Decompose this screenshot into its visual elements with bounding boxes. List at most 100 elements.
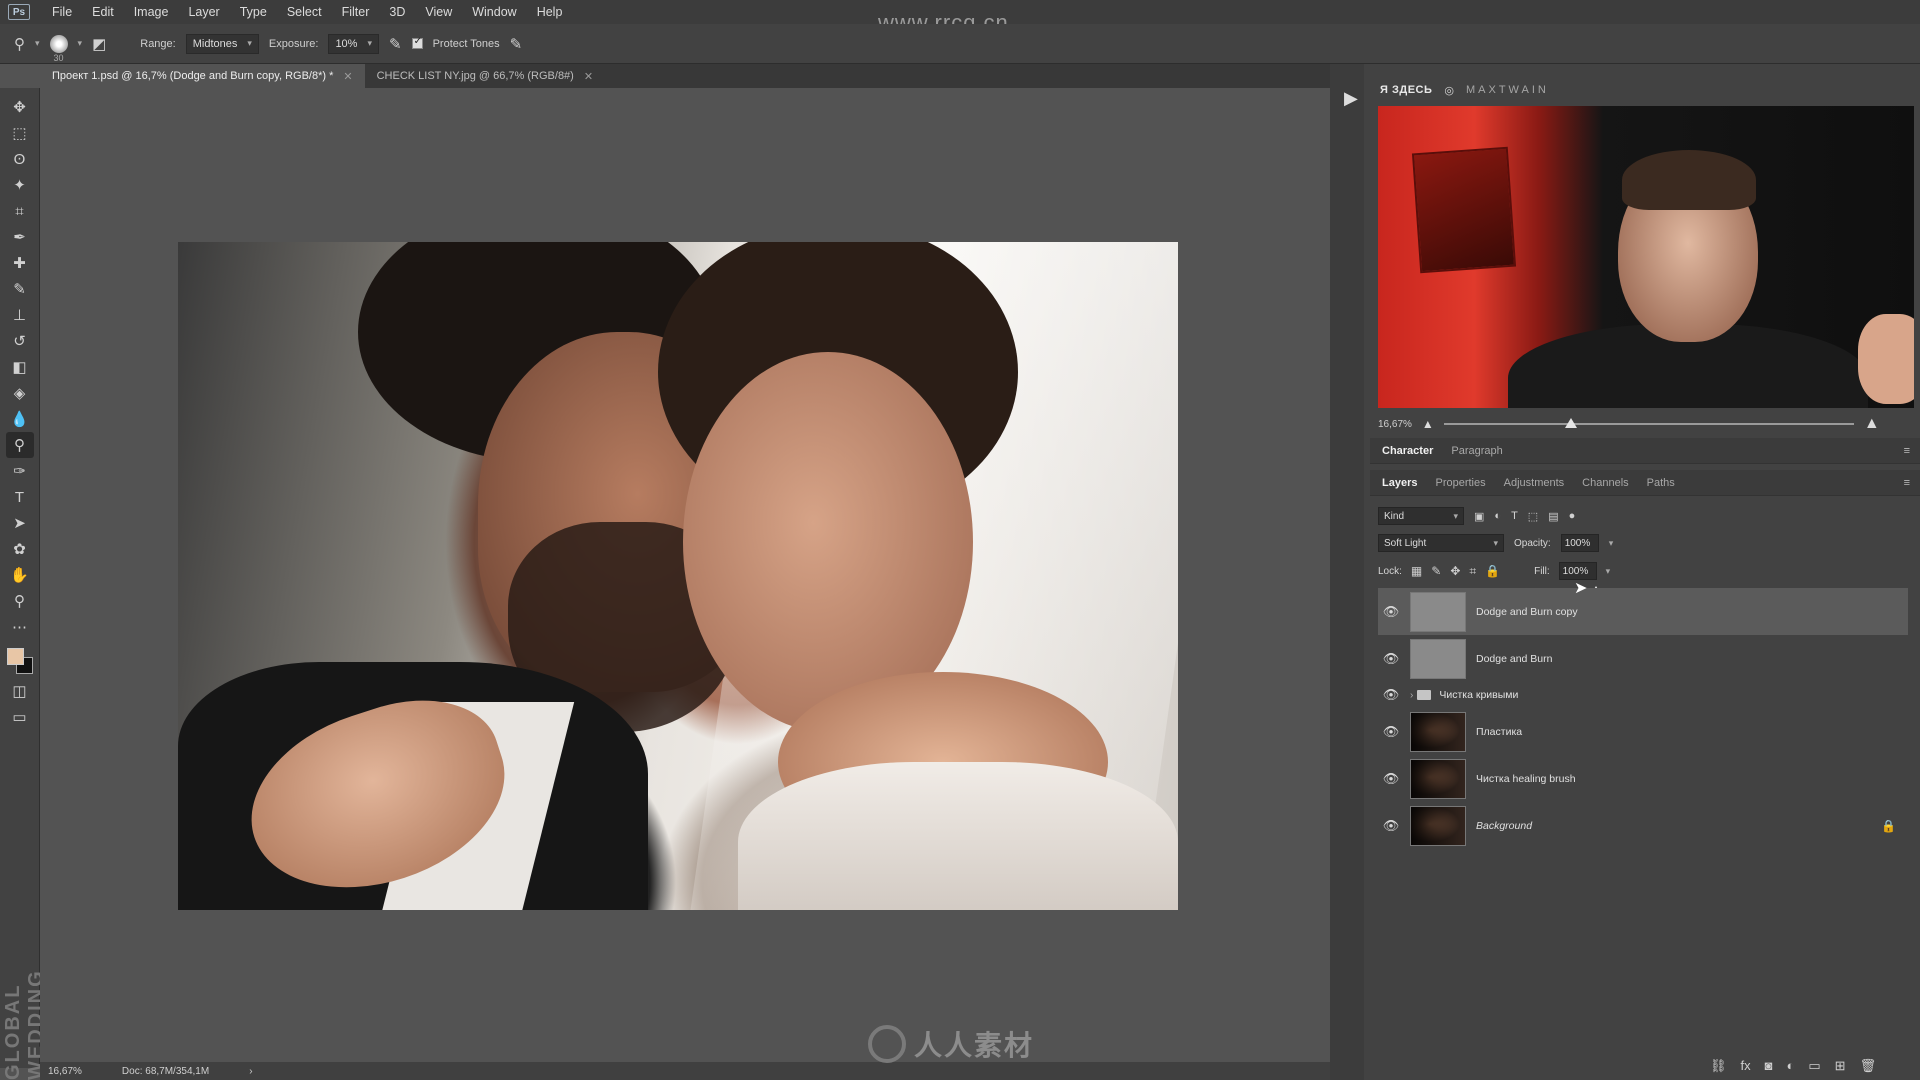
tab-paragraph[interactable]: Paragraph bbox=[1451, 445, 1502, 457]
filter-pixel-icon[interactable]: ▣ bbox=[1474, 510, 1484, 523]
pressure-size-icon[interactable]: ✎ bbox=[510, 35, 523, 53]
layer-style-fx-icon[interactable]: fx bbox=[1741, 1058, 1751, 1074]
clone-stamp-tool-icon[interactable]: ⊥ bbox=[6, 302, 34, 328]
menu-type[interactable]: Type bbox=[230, 0, 277, 24]
menu-image[interactable]: Image bbox=[124, 0, 179, 24]
tab-adjustments[interactable]: Adjustments bbox=[1504, 477, 1565, 489]
brush-settings-icon[interactable]: ◩ bbox=[92, 35, 106, 53]
panel-menu-icon[interactable]: ≡ bbox=[1904, 477, 1910, 489]
menu-filter[interactable]: Filter bbox=[332, 0, 380, 24]
screen-mode-icon[interactable]: ▭ bbox=[6, 704, 34, 730]
menu-help[interactable]: Help bbox=[527, 0, 573, 24]
foreground-color-swatch[interactable] bbox=[6, 648, 24, 665]
visibility-eye-icon[interactable]: 👁 bbox=[1378, 771, 1404, 787]
tab-document-2[interactable]: CHECK LIST NY.jpg @ 66,7% (RGB/8#) ✕ bbox=[365, 64, 605, 88]
menu-layer[interactable]: Layer bbox=[178, 0, 229, 24]
blend-mode-select[interactable]: Soft Light ▾ bbox=[1378, 534, 1504, 552]
adjustment-layer-icon[interactable]: ◐ bbox=[1787, 1058, 1795, 1074]
healing-brush-tool-icon[interactable]: ✚ bbox=[6, 250, 34, 276]
panel-menu-icon[interactable]: ≡ bbox=[1904, 445, 1910, 457]
menu-window[interactable]: Window bbox=[462, 0, 526, 24]
menu-3d[interactable]: 3D bbox=[379, 0, 415, 24]
zoom-tool-icon[interactable]: ⚲ bbox=[6, 588, 34, 614]
eyedropper-tool-icon[interactable]: ✒ bbox=[6, 224, 34, 250]
layer-row[interactable]: 👁 Чистка healing brush bbox=[1378, 755, 1908, 802]
tab-layers[interactable]: Layers bbox=[1382, 477, 1417, 489]
lock-transparency-icon[interactable]: ▦ bbox=[1411, 564, 1422, 578]
tab-document-1[interactable]: Проект 1.psd @ 16,7% (Dodge and Burn cop… bbox=[40, 64, 365, 88]
crop-tool-icon[interactable]: ⌗ bbox=[6, 198, 34, 224]
tab-channels[interactable]: Channels bbox=[1582, 477, 1628, 489]
magic-wand-tool-icon[interactable]: ✦ bbox=[6, 172, 34, 198]
canvas-area[interactable] bbox=[40, 88, 1330, 1062]
zoom-out-mountain-icon[interactable]: ▲ bbox=[1422, 417, 1434, 431]
layer-row[interactable]: 👁 Background 🔒 bbox=[1378, 802, 1908, 849]
zoom-slider[interactable] bbox=[1443, 418, 1854, 428]
delete-layer-icon[interactable]: 🗑 bbox=[1860, 1058, 1877, 1074]
filter-toggle-icon[interactable]: ● bbox=[1569, 510, 1576, 522]
lock-image-icon[interactable]: ✎ bbox=[1431, 564, 1441, 578]
protect-tones-checkbox[interactable] bbox=[411, 36, 423, 49]
pen-tool-icon[interactable]: ✑ bbox=[6, 458, 34, 484]
lock-artboard-icon[interactable]: ⌗ bbox=[1469, 564, 1476, 579]
type-tool-icon[interactable]: T bbox=[6, 484, 34, 510]
visibility-eye-icon[interactable]: 👁 bbox=[1378, 818, 1404, 834]
tab-properties[interactable]: Properties bbox=[1435, 477, 1485, 489]
fill-chevron-icon[interactable]: ▾ bbox=[1606, 566, 1611, 577]
marquee-tool-icon[interactable]: ⬚ bbox=[6, 120, 34, 146]
blur-tool-icon[interactable]: 💧 bbox=[6, 406, 34, 432]
filter-smart-object-icon[interactable]: ▤ bbox=[1548, 510, 1558, 523]
visibility-eye-icon[interactable]: 👁 bbox=[1378, 604, 1404, 620]
status-doc-size[interactable]: Doc: 68,7M/354,1M bbox=[122, 1066, 209, 1077]
close-icon[interactable]: ✕ bbox=[343, 70, 352, 83]
menu-edit[interactable]: Edit bbox=[82, 0, 124, 24]
visibility-eye-icon[interactable]: 👁 bbox=[1378, 651, 1404, 667]
play-icon[interactable]: ▶ bbox=[1344, 88, 1358, 109]
add-mask-icon[interactable]: ◙ bbox=[1765, 1058, 1773, 1074]
layer-row[interactable]: 👁 Dodge and Burn copy bbox=[1378, 588, 1908, 635]
shape-tool-icon[interactable]: ✿ bbox=[6, 536, 34, 562]
menu-view[interactable]: View bbox=[415, 0, 462, 24]
lock-icon[interactable]: 🔒 bbox=[1881, 819, 1896, 833]
layer-row[interactable]: 👁 Dodge and Burn bbox=[1378, 635, 1908, 682]
new-layer-icon[interactable]: ⊞ bbox=[1835, 1058, 1846, 1074]
quick-mask-icon[interactable]: ◫ bbox=[6, 678, 34, 704]
tab-character[interactable]: Character bbox=[1382, 445, 1433, 457]
more-tools-icon[interactable]: ⋯ bbox=[6, 614, 34, 640]
filter-kind-select[interactable]: Kind ▾ bbox=[1378, 507, 1464, 525]
link-layers-icon[interactable]: ⛓ bbox=[1710, 1058, 1727, 1074]
layer-group-row[interactable]: 👁 › Чистка кривыми bbox=[1378, 682, 1908, 708]
status-zoom[interactable]: 16,67% bbox=[48, 1066, 82, 1077]
visibility-eye-icon[interactable]: 👁 bbox=[1378, 687, 1404, 703]
brush-tool-icon[interactable]: ✎ bbox=[6, 276, 34, 302]
path-selection-tool-icon[interactable]: ➤ bbox=[6, 510, 34, 536]
photoshop-logo[interactable]: Ps bbox=[8, 4, 30, 20]
filter-shape-icon[interactable]: ⬚ bbox=[1528, 510, 1538, 523]
layer-row[interactable]: 👁 Пластика bbox=[1378, 708, 1908, 755]
tab-paths[interactable]: Paths bbox=[1647, 477, 1675, 489]
close-icon[interactable]: ✕ bbox=[584, 70, 593, 83]
dodge-tool-icon[interactable]: ⚲ bbox=[14, 35, 25, 53]
zoom-slider-thumb[interactable] bbox=[1564, 418, 1577, 428]
history-brush-tool-icon[interactable]: ↺ bbox=[6, 328, 34, 354]
chevron-right-icon[interactable]: › bbox=[1410, 690, 1413, 701]
hand-tool-icon[interactable]: ✋ bbox=[6, 562, 34, 588]
tool-preset-chevron-icon[interactable]: ▾ bbox=[35, 38, 40, 49]
menu-file[interactable]: File bbox=[42, 0, 82, 24]
lasso-tool-icon[interactable]: ʘ bbox=[6, 146, 34, 172]
visibility-eye-icon[interactable]: 👁 bbox=[1378, 724, 1404, 740]
filter-type-icon[interactable]: T bbox=[1511, 510, 1518, 522]
lock-all-icon[interactable]: 🔒 bbox=[1485, 564, 1500, 578]
range-select[interactable]: Midtones ▾ bbox=[185, 33, 259, 54]
new-group-icon[interactable]: ▭ bbox=[1808, 1058, 1820, 1074]
airbrush-icon[interactable]: ✎ bbox=[389, 35, 402, 53]
wedding-photo[interactable] bbox=[178, 242, 1178, 910]
dodge-tool-icon[interactable]: ⚲ bbox=[5, 432, 34, 458]
zoom-in-mountain-icon[interactable]: ▲ bbox=[1864, 415, 1880, 433]
menu-select[interactable]: Select bbox=[277, 0, 332, 24]
brush-chevron-icon[interactable]: ▾ bbox=[78, 38, 83, 49]
status-chevron-icon[interactable]: › bbox=[249, 1066, 252, 1077]
opacity-field[interactable]: 100% bbox=[1560, 534, 1599, 552]
opacity-chevron-icon[interactable]: ▾ bbox=[1609, 538, 1614, 549]
filter-adjustment-icon[interactable]: ◐ bbox=[1494, 510, 1501, 522]
